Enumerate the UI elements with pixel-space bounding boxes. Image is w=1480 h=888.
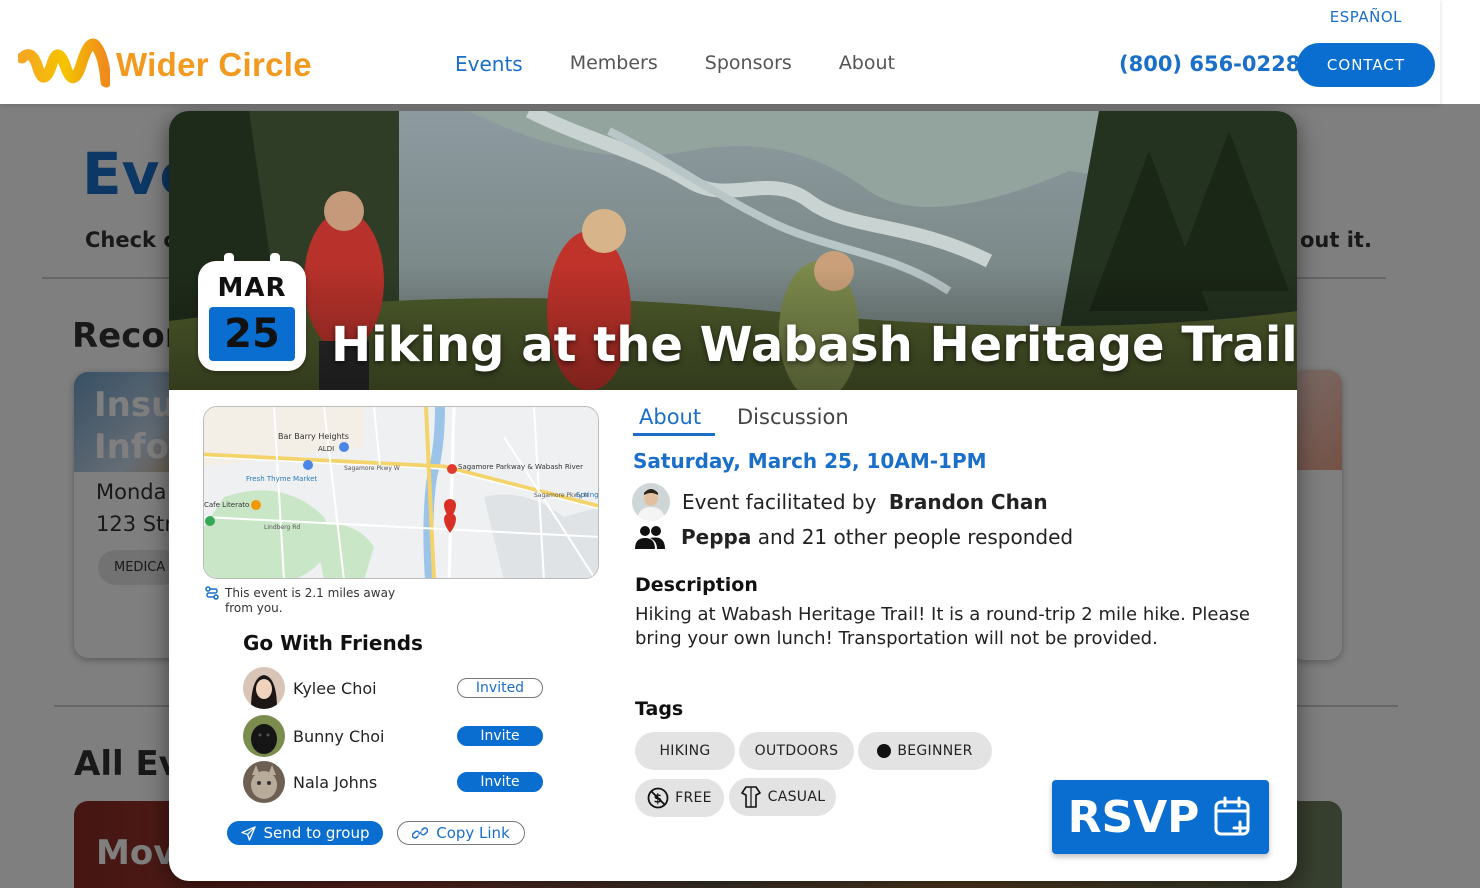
link-icon (412, 827, 429, 839)
map-label-area: Bar Barry Heights (278, 432, 349, 441)
tag-label: HIKING (659, 743, 711, 759)
event-facilitator: Event facilitated by Brandon Chan (632, 483, 1048, 521)
event-datetime: Saturday, March 25, 10AM-1PM (633, 449, 987, 473)
rsvp-button[interactable]: RSVP (1052, 780, 1269, 854)
invite-button[interactable]: Invite (457, 726, 543, 746)
distance-text: This event is 2.1 miles away from you. (225, 586, 396, 615)
map-label-destination: Sagamore Parkway & Wabash River (458, 463, 583, 471)
map-label-market: Fresh Thyme Market (246, 475, 317, 483)
responses-summary: Peppa and 21 other people responded (635, 525, 1073, 549)
brand-name: Wider Circle (116, 46, 312, 83)
event-detail-modal: MAR 25 Hiking at the Wabash Heritage Tra… (169, 111, 1297, 881)
friend-row: Nala Johns Invite (243, 761, 543, 803)
invited-button[interactable]: Invited (457, 678, 543, 698)
responded-text: and 21 other people responded (751, 525, 1074, 549)
facilitator-name[interactable]: Brandon Chan (889, 490, 1048, 514)
avatar (243, 715, 285, 757)
nav-sponsors[interactable]: Sponsors (705, 52, 792, 76)
map-label-store: ALDI (318, 445, 334, 453)
event-hero: MAR 25 Hiking at the Wabash Heritage Tra… (169, 111, 1297, 390)
avatar (243, 667, 285, 709)
tag-beginner[interactable]: BEGINNER (858, 732, 992, 770)
map-graphic: Bar Barry Heights ALDI Fresh Thyme Marke… (204, 407, 599, 578)
event-title: Hiking at the Wabash Heritage Trail (331, 317, 1297, 373)
wider-circle-logo[interactable]: Wider Circle (18, 38, 312, 92)
nav-members[interactable]: Members (570, 52, 658, 76)
friend-row: Bunny Choi Invite (243, 715, 543, 757)
tag-casual[interactable]: CASUAL (729, 778, 836, 816)
nav-events[interactable]: Events (455, 52, 523, 76)
rsvp-label: RSVP (1067, 791, 1200, 843)
tag-label: BEGINNER (897, 743, 973, 759)
date-month: MAR (217, 273, 287, 303)
friend-name: Kylee Choi (293, 678, 377, 698)
people-icon (635, 526, 665, 549)
tag-hiking[interactable]: HIKING (635, 732, 735, 770)
invite-button[interactable]: Invite (457, 772, 543, 792)
go-with-friends-heading: Go With Friends (243, 631, 423, 655)
tags-heading: Tags (635, 698, 684, 720)
main-nav: Events Members Sponsors About (455, 52, 942, 76)
avatar (243, 761, 285, 803)
description-heading: Description (635, 574, 758, 596)
no-cost-icon: $ (647, 787, 669, 809)
avatar (632, 483, 670, 521)
copy-link-button[interactable]: Copy Link (397, 821, 525, 845)
friend-name: Nala Johns (293, 772, 378, 792)
tag-label: CASUAL (767, 789, 826, 805)
calendar-ring-icon (270, 253, 280, 271)
responder-name[interactable]: Peppa (681, 525, 751, 549)
map-label-cafe: Cafe Literato (204, 501, 249, 509)
description-text: Hiking at Wabash Heritage Trail! It is a… (635, 604, 1250, 649)
contact-button[interactable]: CONTACT (1297, 43, 1435, 87)
distance-info: This event is 2.1 miles away from you. (205, 586, 425, 616)
tab-discussion[interactable]: Discussion (737, 405, 849, 429)
casual-clothing-icon (740, 786, 761, 808)
tag-label: OUTDOORS (754, 743, 839, 759)
beginner-dot-icon (877, 744, 892, 758)
tag-free[interactable]: $ FREE (635, 779, 724, 817)
calendar-add-icon (1214, 796, 1250, 836)
date-day: 25 (209, 307, 295, 361)
map-label-road: Sagamore Pkwy W (344, 465, 400, 472)
tag-label: FREE (675, 790, 712, 806)
route-icon (205, 586, 219, 600)
calendar-date-badge: MAR 25 (198, 253, 306, 371)
facilitated-prefix: Event facilitated by (682, 490, 883, 514)
map-label-spring: Spring (576, 491, 599, 499)
calendar-ring-icon (224, 253, 234, 271)
active-tab-indicator (633, 433, 715, 436)
event-map[interactable]: Bar Barry Heights ALDI Fresh Thyme Marke… (203, 406, 599, 579)
phone-number[interactable]: (800) 656-0228 (1119, 52, 1300, 76)
site-header: Wider Circle Events Members Sponsors Abo… (0, 0, 1440, 104)
friend-row: Kylee Choi Invited (243, 667, 543, 709)
send-icon (240, 825, 256, 841)
tag-outdoors[interactable]: OUTDOORS (739, 732, 854, 770)
copy-link-label: Copy Link (436, 824, 510, 842)
map-label-road: Lindberg Rd (264, 524, 300, 531)
language-link[interactable]: ESPAÑOL (1330, 8, 1402, 26)
tab-about[interactable]: About (639, 405, 701, 429)
logo-mark-icon (18, 38, 110, 88)
friend-name: Bunny Choi (293, 726, 385, 746)
svg-text:$: $ (654, 792, 663, 806)
send-to-group-button[interactable]: Send to group (227, 821, 383, 845)
nav-about[interactable]: About (839, 52, 895, 76)
send-to-group-label: Send to group (263, 824, 370, 842)
